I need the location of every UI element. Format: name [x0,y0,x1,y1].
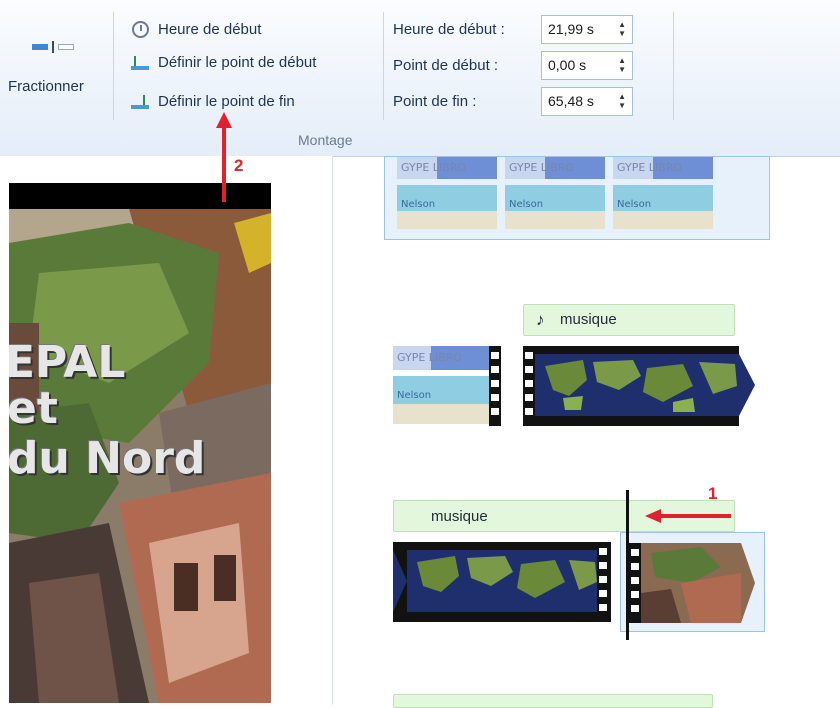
split-icon [32,41,80,53]
music-caption-label-2: musique [431,508,488,525]
svg-text:GYPE LIBRO: GYPE LIBRO [617,161,682,174]
svg-text:Nelson: Nelson [397,390,431,401]
start-point-value[interactable]: 0,00 s [548,57,586,73]
preview-title-line-1: EPAL [9,337,126,388]
spin-down-icon[interactable]: ▼ [618,66,626,74]
video-preview[interactable]: EPAL et du Nord [9,183,271,703]
svg-text:GYPE LIBRO: GYPE LIBRO [509,161,574,174]
stopwatch-icon [132,21,149,38]
map-clip-thumbnail-2 [393,542,611,622]
spin-down-icon[interactable]: ▼ [618,30,626,38]
music-note-icon: ♪ [536,310,545,329]
photo-clip-thumbnail [629,543,755,623]
start-time-label: Heure de début [158,21,262,38]
playhead[interactable] [626,490,629,640]
ribbon-separator [113,12,114,120]
storyboard-item-map-clip[interactable] [523,346,755,426]
spin-down-icon[interactable]: ▼ [618,102,626,110]
spin-up-icon[interactable]: ▲ [618,93,626,101]
music-caption-bar[interactable]: ♪ musique [523,304,735,336]
split-label: Fractionner [8,78,84,95]
end-point-spinner[interactable]: 65,48 s ▲ ▼ [541,87,633,116]
title-thumbnail: GYPE LIBRO Nelson [393,346,501,426]
annotation-arrow-2 [216,112,234,202]
spin-up-icon[interactable]: ▲ [618,57,626,65]
spin-up-icon[interactable]: ▲ [618,21,626,29]
preview-pane: EPAL et du Nord [0,156,332,705]
set-start-point-icon [131,56,149,70]
storyboard-item-title-2[interactable]: GYPE LIBRO Nelson [393,346,501,426]
annotation-label-2: 2 [234,156,244,175]
start-time-value[interactable]: 21,99 s [548,21,594,37]
set-start-point-label: Définir le point de début [158,54,317,71]
map-clip-thumbnail [523,346,755,426]
storyboard-item-title[interactable]: GYPE LIBRO Nelson GYPE LIBRO Nelson GYPE… [384,156,770,240]
set-end-point-label: Définir le point de fin [158,93,295,110]
group-label-montage: Montage [298,132,353,148]
annotation-arrow-1 [645,509,731,523]
svg-text:GYPE LIBRO: GYPE LIBRO [401,161,466,174]
storyboard-item-photo-clip[interactable] [620,532,765,632]
annotation-label-1: 1 [708,484,718,503]
start-point-field-label: Point de début : [393,57,499,74]
svg-text:Nelson: Nelson [617,199,651,210]
start-time-button[interactable]: Heure de début [128,20,368,46]
music-caption-label: musique [560,311,617,328]
set-end-point-button[interactable]: Définir le point de fin [128,92,388,116]
title-thumbnails: GYPE LIBRO Nelson GYPE LIBRO Nelson GYPE… [397,157,713,229]
ribbon-separator [673,12,674,120]
set-end-point-icon [131,95,149,109]
pane-divider[interactable] [332,156,333,705]
end-point-value[interactable]: 65,48 s [548,93,594,109]
end-point-field-label: Point de fin : [393,93,477,110]
preview-title-line-2: et [9,383,58,434]
ribbon-separator [383,12,384,120]
svg-text:GYPE LIBRO: GYPE LIBRO [397,351,462,364]
svg-text:Nelson: Nelson [401,199,435,210]
preview-title-line-3: du Nord [9,433,206,484]
split-button[interactable]: Fractionner [0,20,112,100]
storyboard-item-map-clip-2[interactable] [393,542,611,622]
start-time-field-label: Heure de début : [393,21,505,38]
svg-text:Nelson: Nelson [509,199,543,210]
start-time-spinner[interactable]: 21,99 s ▲ ▼ [541,15,633,44]
start-point-spinner[interactable]: 0,00 s ▲ ▼ [541,51,633,80]
ribbon-toolbar: Fractionner Heure de début Définir le po… [0,0,840,157]
set-start-point-button[interactable]: Définir le point de début [128,53,388,77]
caption-bar-partial[interactable] [393,694,713,708]
